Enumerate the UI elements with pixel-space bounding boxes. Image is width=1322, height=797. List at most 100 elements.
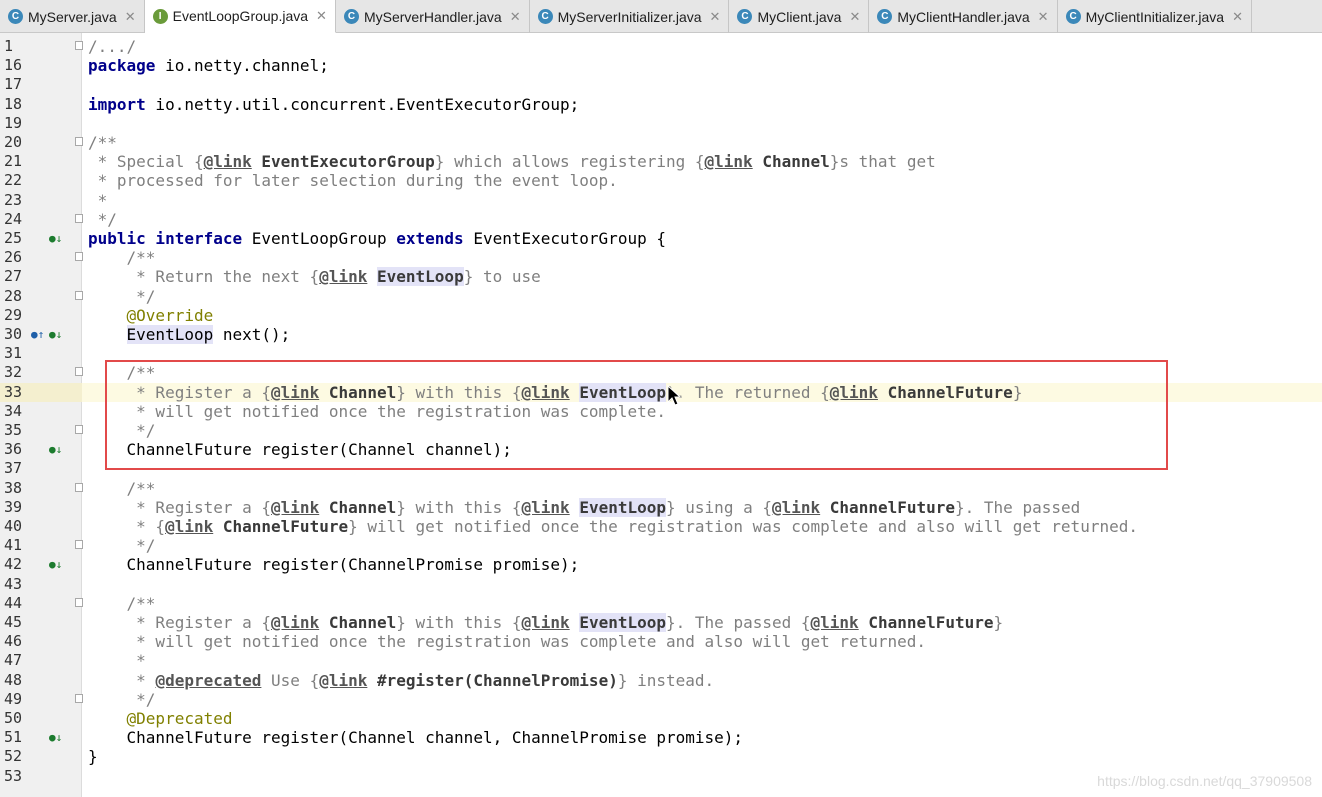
close-icon[interactable]: ✕ <box>1232 9 1243 25</box>
line-number: 44 <box>4 593 23 612</box>
implemented-marker-icon[interactable]: ●↓ <box>49 558 62 571</box>
code-line[interactable]: 27 * Return the next {@link EventLoop} t… <box>0 267 1322 287</box>
tab-label: MyClientInitializer.java <box>1085 8 1225 25</box>
gutter-cell: 19 <box>0 114 82 133</box>
gutter-cell: 34 <box>0 402 82 421</box>
fold-toggle-icon[interactable] <box>75 137 83 146</box>
line-number: 42 <box>4 555 23 574</box>
line-number: 49 <box>4 689 23 708</box>
code-token: ChannelFuture register(Channel channel, … <box>88 728 744 748</box>
line-number: 30 <box>4 325 23 343</box>
close-icon[interactable]: ✕ <box>849 9 860 25</box>
code-text: /** <box>88 594 156 613</box>
class-icon: C <box>537 9 553 24</box>
line-number: 45 <box>4 613 23 631</box>
line-number: 38 <box>4 478 23 497</box>
code-line[interactable]: 40 * {@link ChannelFuture} will get noti… <box>0 517 1322 536</box>
code-token: EventLoopGroup <box>242 229 397 248</box>
code-line[interactable]: 29 @Override <box>0 306 1322 325</box>
code-line[interactable]: 19 <box>0 114 1322 133</box>
code-token: */ <box>88 209 117 229</box>
fold-toggle-icon[interactable] <box>75 290 83 300</box>
code-line[interactable]: 30 ●↓ ●↑ EventLoop next(); <box>0 325 1322 344</box>
code-line[interactable]: 18 import io.netty.util.concurrent.EventE… <box>0 95 1322 114</box>
fold-toggle-icon[interactable] <box>75 425 83 434</box>
code-line[interactable]: 51 ●↓ ChannelFuture register(Channel chan… <box>0 728 1322 747</box>
implemented-marker-icon[interactable]: ●↓ <box>49 328 62 341</box>
code-text: public interface EventLoopGroup extends … <box>88 229 666 248</box>
code-text: * Special {@link EventExecutorGroup} whi… <box>88 152 936 171</box>
tab-myserverinitializer[interactable]: C MyServerInitializer.java ✕ <box>530 0 730 33</box>
code-token: @link <box>319 670 368 690</box>
code-line[interactable]: 49 */ <box>0 690 1322 709</box>
fold-toggle-icon[interactable] <box>75 540 83 550</box>
code-line[interactable]: 48 * @deprecated Use {@link #register(Ch… <box>0 671 1322 690</box>
line-number: 18 <box>4 94 23 113</box>
override-marker-icon[interactable]: ●↑ <box>31 328 44 341</box>
tab-myserver[interactable]: C MyServer.java ✕ <box>0 0 145 33</box>
code-line[interactable]: 22 * processed for later selection durin… <box>0 171 1322 190</box>
code-token: /.../ <box>88 37 137 56</box>
code-line[interactable]: 28 */ <box>0 287 1322 306</box>
code-line[interactable]: 16 package io.netty.channel; <box>0 56 1322 75</box>
code-line[interactable]: 26 /** <box>0 248 1322 267</box>
code-line[interactable]: 43 <box>0 575 1322 594</box>
close-icon[interactable]: ✕ <box>710 9 721 25</box>
gutter-cell: 25 ●↓ <box>0 229 82 248</box>
line-number: 16 <box>4 56 23 75</box>
code-token: } using a { <box>666 497 772 517</box>
code-line[interactable]: 17 <box>0 75 1322 94</box>
code-text: * will get notified once the registratio… <box>88 632 926 651</box>
tab-label: MyClientHandler.java <box>897 8 1030 25</box>
fold-toggle-icon[interactable] <box>75 367 83 377</box>
code-line[interactable]: 45 * Register a {@link Channel} with thi… <box>0 613 1322 632</box>
implemented-marker-icon[interactable]: ●↓ <box>49 443 62 456</box>
implemented-marker-icon[interactable]: ●↓ <box>49 731 62 744</box>
code-line[interactable]: 41 */ <box>0 536 1322 555</box>
tab-myclienthandler[interactable]: C MyClientHandler.java ✕ <box>869 0 1058 33</box>
code-line[interactable]: 1 /.../ <box>0 37 1322 56</box>
code-line[interactable]: 52} <box>0 747 1322 766</box>
code-line[interactable]: 39 * Register a {@link Channel} with thi… <box>0 497 1322 517</box>
close-icon[interactable]: ✕ <box>316 8 327 24</box>
tab-myclient[interactable]: C MyClient.java ✕ <box>729 0 870 33</box>
fold-toggle-icon[interactable] <box>75 41 83 50</box>
code-line[interactable]: 25 ●↓ public interface EventLoopGroup exte… <box>0 229 1322 248</box>
code-line[interactable]: 46 * will get notified once the registra… <box>0 632 1322 651</box>
code-token: Channel <box>319 613 397 632</box>
code-line[interactable]: 21 * Special {@link EventExecutorGroup} … <box>0 152 1322 171</box>
code-token: @link <box>271 613 320 632</box>
code-line[interactable]: 38 /** <box>0 479 1322 498</box>
fold-toggle-icon[interactable] <box>75 252 83 262</box>
code-line[interactable]: 42 ●↓ ChannelFuture register(ChannelPromi… <box>0 555 1322 574</box>
line-number: 46 <box>4 632 23 651</box>
code-line[interactable]: 47 * <box>0 651 1322 670</box>
close-icon[interactable]: ✕ <box>125 9 136 25</box>
tab-label: MyClient.java <box>757 8 842 25</box>
code-text: * @deprecated Use {@link #register(Chann… <box>88 671 714 690</box>
close-icon[interactable]: ✕ <box>1038 9 1049 25</box>
gutter-cell: 41 <box>0 536 83 555</box>
fold-toggle-icon[interactable] <box>75 597 83 607</box>
tab-eventloopgroup[interactable]: I EventLoopGroup.java ✕ <box>144 0 336 33</box>
code-text: */ <box>88 690 155 709</box>
gutter-cell: 49 <box>0 689 83 709</box>
code-token: * <box>88 670 156 690</box>
implemented-marker-icon[interactable]: ●↓ <box>49 232 62 245</box>
code-token: #register(ChannelPromise) <box>367 670 618 690</box>
code-token: @link <box>521 613 570 632</box>
tab-myclientinitializer[interactable]: C MyClientInitializer.java ✕ <box>1058 0 1252 33</box>
close-icon[interactable]: ✕ <box>510 9 521 25</box>
fold-toggle-icon[interactable] <box>75 213 83 223</box>
fold-toggle-icon[interactable] <box>75 482 83 492</box>
code-line[interactable]: 50 @Deprecated <box>0 709 1322 728</box>
code-line[interactable]: 44 /** <box>0 594 1322 613</box>
fold-toggle-icon[interactable] <box>75 693 83 703</box>
code-line[interactable]: 23 * <box>0 191 1322 210</box>
gutter-cell: 18 <box>0 95 82 114</box>
code-line[interactable]: 20 /** <box>0 133 1322 152</box>
tab-myserverhandler[interactable]: C MyServerHandler.java ✕ <box>336 0 530 33</box>
code-token: * processed for later selection during t… <box>88 171 618 191</box>
code-line[interactable]: 24 */ <box>0 210 1322 229</box>
tab-label: MyServer.java <box>28 8 117 25</box>
